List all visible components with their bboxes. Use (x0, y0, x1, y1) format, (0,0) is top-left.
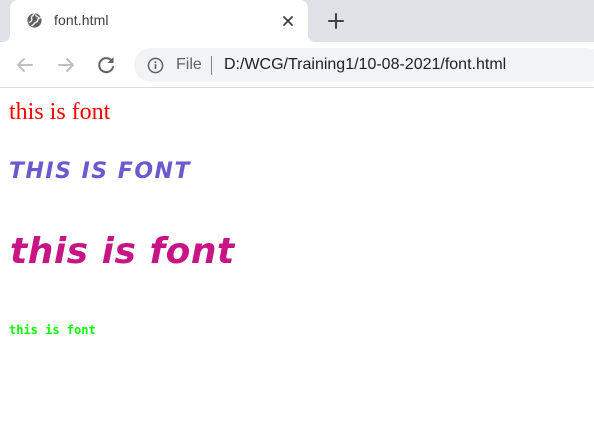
info-icon[interactable] (147, 57, 164, 74)
scheme-label: File (176, 56, 202, 73)
text-line-mono-green: this is font (9, 323, 96, 337)
text-line-bold-italic-slateblue: THIS IS FONT (9, 159, 191, 184)
page-content: this is font THIS IS FONT this is font t… (0, 89, 594, 433)
globe-icon (27, 13, 42, 28)
url-text[interactable]: D:/WCG/Training1/10-08-2021/font.html (224, 56, 506, 74)
tab-strip: font.html (0, 0, 594, 42)
separator (211, 56, 212, 75)
text-line-large-italic-magenta: this is font (10, 231, 235, 272)
arrow-right-icon[interactable] (55, 54, 77, 76)
reload-icon[interactable] (95, 54, 117, 76)
tab-title: font.html (54, 12, 109, 28)
arrow-left-icon[interactable] (14, 54, 36, 76)
address-bar[interactable]: File D:/WCG/Training1/10-08-2021/font.ht… (134, 48, 594, 82)
browser-toolbar: File D:/WCG/Training1/10-08-2021/font.ht… (0, 42, 594, 88)
text-line-serif-red: this is font (9, 99, 111, 125)
close-icon[interactable] (280, 13, 296, 29)
browser-tab[interactable]: font.html (2, 0, 316, 42)
plus-icon[interactable] (325, 10, 347, 32)
